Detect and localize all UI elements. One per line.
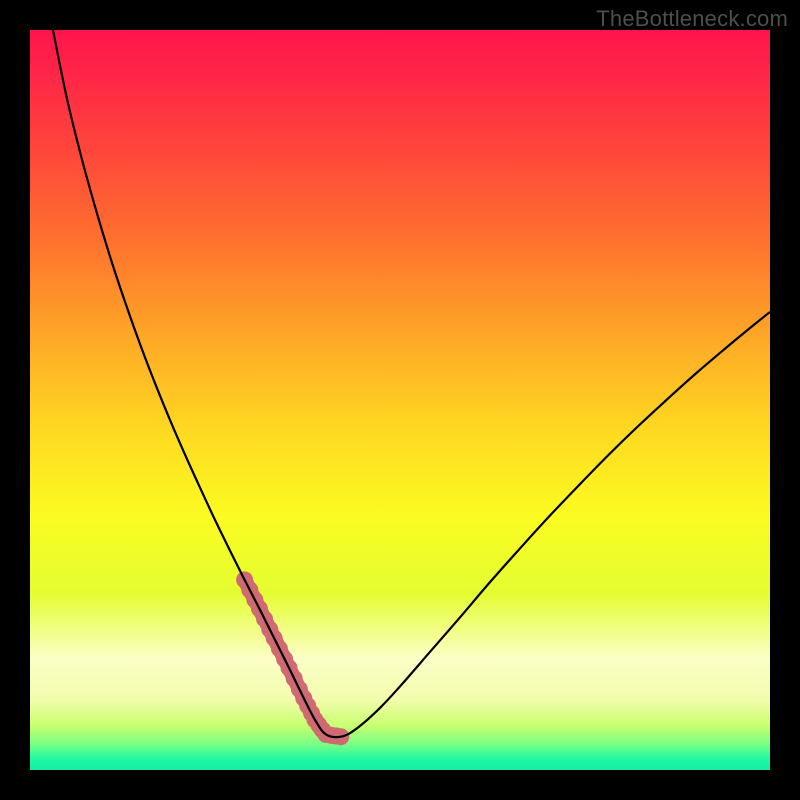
chart-frame: TheBottleneck.com (0, 0, 800, 800)
bottleneck-chart (30, 30, 770, 770)
chart-background (30, 30, 770, 770)
watermark-text: TheBottleneck.com (596, 6, 788, 32)
